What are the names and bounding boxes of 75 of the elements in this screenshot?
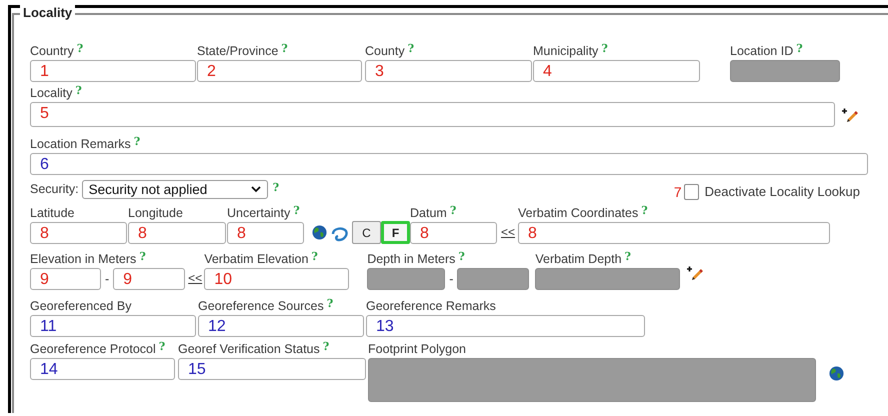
pencil-plus-icon[interactable] (686, 266, 704, 282)
help-mark[interactable]: ? (158, 340, 166, 353)
input-field[interactable]: 9 (113, 268, 186, 290)
help-mark[interactable]: ? (311, 250, 318, 263)
field-label: Georeference Remarks (366, 299, 496, 313)
pencil-plus-icon[interactable] (841, 108, 859, 124)
input-field[interactable]: 9 (30, 268, 101, 290)
field-label: Verbatim Coordinates (518, 206, 638, 220)
field-label: Verbatim Elevation (204, 252, 308, 266)
field-label: Footprint Polygon (368, 342, 466, 356)
help-mark[interactable]: ? (134, 135, 140, 148)
field-label: Uncertainty (227, 206, 290, 220)
field-label: Elevation in Meters (30, 252, 136, 266)
input-field[interactable]: 3 (365, 60, 532, 82)
field-label: Verbatim Depth (535, 252, 622, 266)
input-field[interactable]: 12 (198, 315, 364, 337)
lookup-label: Deactivate Locality Lookup (704, 185, 860, 199)
help-mark[interactable]: ? (601, 42, 608, 55)
field-label: Georeference Sources (198, 299, 324, 313)
field-label: Georeference Protocol (30, 342, 156, 356)
help-mark[interactable]: ? (322, 340, 330, 353)
input-field[interactable]: 13 (366, 315, 645, 337)
input-field[interactable]: 4 (533, 60, 700, 82)
copy-link[interactable]: << (499, 222, 518, 242)
copy-link[interactable]: << (186, 268, 204, 288)
security-dropdown[interactable]: Security not applied (82, 180, 268, 198)
help-mark[interactable]: ? (139, 250, 146, 263)
input-field[interactable]: 1 (30, 60, 196, 82)
input-field[interactable]: 6 (30, 153, 868, 175)
range-separator: - (104, 271, 110, 288)
field-label: Municipality (533, 44, 598, 58)
help-mark[interactable]: ? (293, 204, 300, 217)
section-title: Locality (20, 5, 76, 20)
help-mark[interactable]: ? (458, 250, 465, 263)
swirl-icon[interactable] (330, 225, 350, 243)
help-mark[interactable]: ? (281, 42, 288, 55)
help-mark[interactable]: ? (408, 42, 414, 55)
field-label: Depth in Meters (367, 252, 456, 266)
help-mark[interactable]: ? (272, 181, 280, 194)
annotation-number: 7 (674, 184, 682, 200)
input-field[interactable]: 11 (30, 315, 196, 337)
field-label: Locality (30, 86, 72, 100)
field-label: County (365, 44, 405, 58)
help-mark[interactable]: ? (641, 204, 648, 217)
field-label: Location Remarks (30, 137, 131, 151)
field-label: State/Province (197, 44, 278, 58)
help-mark[interactable]: ? (76, 42, 84, 55)
input-field[interactable]: 5 (30, 102, 835, 127)
lookup-checkbox[interactable] (684, 184, 699, 200)
globe-icon[interactable] (829, 366, 844, 381)
field-label: Location ID (730, 44, 794, 58)
input-field[interactable]: 8 (410, 222, 497, 244)
unit-toggle[interactable]: C (352, 221, 381, 244)
globe-icon[interactable] (312, 225, 327, 240)
input-field[interactable]: 14 (30, 358, 175, 380)
input-field[interactable]: 2 (197, 60, 362, 82)
input-field[interactable]: 10 (204, 268, 350, 290)
input-field[interactable]: 8 (518, 222, 830, 244)
help-mark[interactable]: ? (75, 84, 82, 97)
field-label: Country (30, 44, 74, 58)
input-field[interactable]: 8 (128, 222, 226, 244)
help-mark[interactable]: ? (450, 204, 456, 217)
field-label: Datum (410, 206, 447, 220)
field-label: Georeferenced By (30, 299, 132, 313)
input-field[interactable]: 15 (178, 358, 366, 380)
field-label: Latitude (30, 206, 74, 220)
security-label: Security: (30, 182, 79, 196)
field-label: Georef Verification Status (178, 342, 320, 356)
help-mark[interactable]: ? (326, 297, 334, 310)
chevron-icon (250, 186, 261, 192)
unit-toggle[interactable]: F (381, 221, 410, 244)
field-label: Longitude (128, 206, 183, 220)
input-field[interactable]: 8 (227, 222, 304, 244)
range-separator: - (448, 271, 454, 288)
input-field[interactable]: 8 (30, 222, 127, 244)
